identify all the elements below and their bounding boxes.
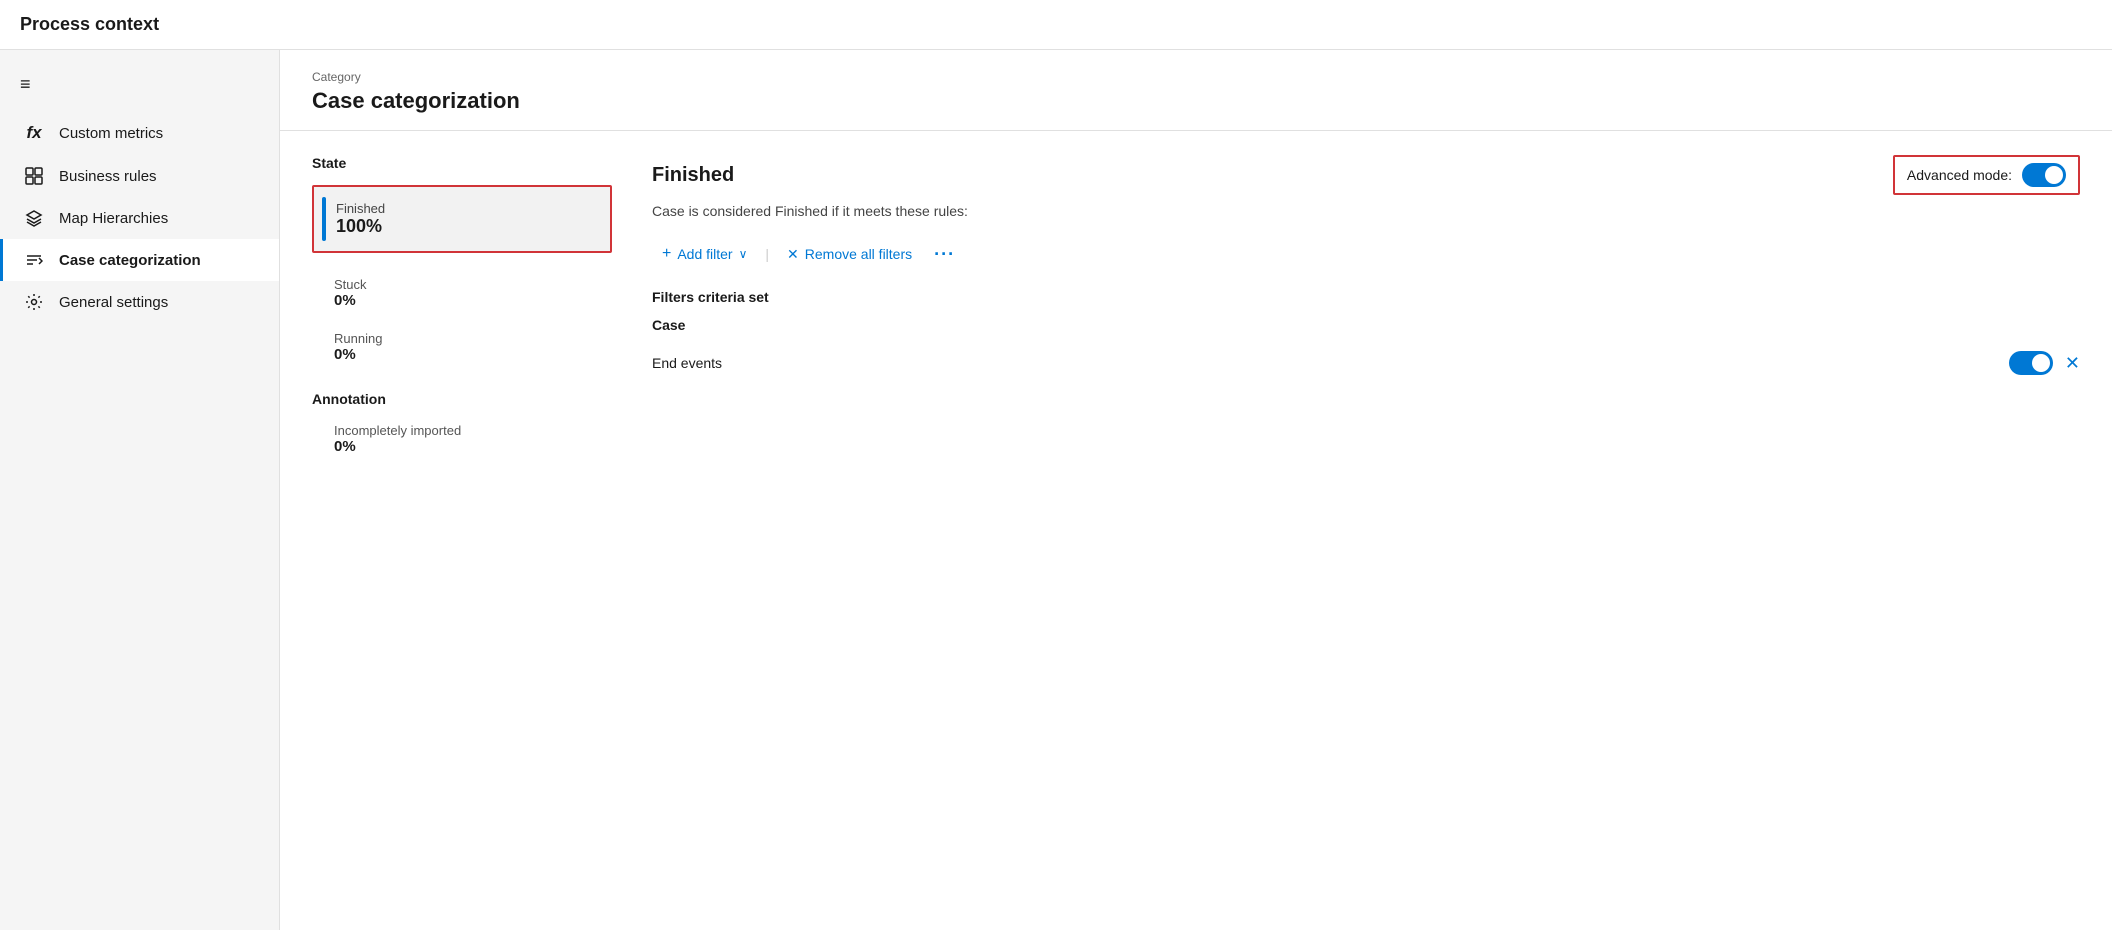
- filter-row-label: End events: [652, 355, 722, 371]
- sidebar-item-case-categorization[interactable]: Case categorization: [0, 239, 279, 281]
- state-section-label: State: [312, 155, 612, 171]
- sidebar-item-label: Case categorization: [59, 252, 201, 269]
- state-name-running: Running: [334, 331, 598, 346]
- sidebar: ≡ fx Custom metrics Business rules: [0, 50, 280, 930]
- criteria-group-title: Case: [652, 317, 2080, 333]
- annotation-label: Annotation: [312, 391, 612, 407]
- criteria-title: Filters criteria set: [652, 289, 2080, 305]
- page-title: Case categorization: [312, 88, 2080, 114]
- layers-icon: [23, 209, 45, 227]
- sidebar-item-map-hierarchies[interactable]: Map Hierarchies: [0, 197, 279, 239]
- app-header: Process context: [0, 0, 2112, 50]
- state-item-stuck[interactable]: Stuck 0%: [312, 269, 612, 317]
- main-layout: ≡ fx Custom metrics Business rules: [0, 50, 2112, 930]
- state-item-running[interactable]: Running 0%: [312, 323, 612, 371]
- toolbar-separator: |: [765, 246, 769, 262]
- advanced-mode-toggle[interactable]: [2022, 163, 2066, 187]
- close-x-icon: ✕: [787, 246, 799, 263]
- sidebar-item-label: Business rules: [59, 168, 157, 185]
- annotation-pct: 0%: [334, 438, 598, 455]
- left-panel: State Finished 100% Stuck 0% Running: [312, 155, 612, 459]
- criteria-section: Filters criteria set Case End events ✕: [652, 289, 2080, 383]
- state-pct-running: 0%: [334, 346, 598, 363]
- sidebar-item-label: Map Hierarchies: [59, 210, 168, 227]
- state-card-info: Finished 100%: [336, 201, 385, 237]
- description-text: Case is considered Finished if it meets …: [652, 203, 2080, 219]
- filter-row-actions: ✕: [2009, 351, 2080, 375]
- content-area: State Finished 100% Stuck 0% Running: [280, 131, 2112, 483]
- remove-all-filters-button[interactable]: ✕ Remove all filters: [777, 240, 922, 269]
- plus-icon: +: [662, 245, 671, 263]
- sidebar-item-label: General settings: [59, 294, 168, 311]
- filter-row-end-events: End events ✕: [652, 343, 2080, 383]
- state-pct-stuck: 0%: [334, 292, 598, 309]
- advanced-mode-box: Advanced mode:: [1893, 155, 2080, 195]
- end-events-toggle[interactable]: [2009, 351, 2053, 375]
- sidebar-item-business-rules[interactable]: Business rules: [0, 155, 279, 197]
- state-name-finished: Finished: [336, 201, 385, 216]
- chevron-down-icon: ∨: [739, 247, 748, 261]
- right-title: Finished: [652, 164, 734, 187]
- gear-icon: [23, 293, 45, 311]
- state-card-bar: [322, 197, 326, 241]
- sidebar-item-custom-metrics[interactable]: fx Custom metrics: [0, 111, 279, 155]
- right-header: Finished Advanced mode:: [652, 155, 2080, 195]
- annotation-name: Incompletely imported: [334, 423, 598, 438]
- right-panel: Finished Advanced mode: Case is consider…: [652, 155, 2080, 459]
- add-filter-label: Add filter: [677, 246, 732, 262]
- advanced-mode-label: Advanced mode:: [1907, 167, 2012, 183]
- state-pct-finished: 100%: [336, 216, 385, 237]
- sidebar-item-label: Custom metrics: [59, 125, 163, 142]
- page-header: Category Case categorization: [280, 50, 2112, 131]
- annotation-section: Annotation Incompletely imported 0%: [312, 391, 612, 459]
- grid-icon: [23, 167, 45, 185]
- state-card-finished[interactable]: Finished 100%: [312, 185, 612, 253]
- state-name-stuck: Stuck: [334, 277, 598, 292]
- sidebar-item-general-settings[interactable]: General settings: [0, 281, 279, 323]
- remove-all-label: Remove all filters: [805, 246, 912, 262]
- more-options-button[interactable]: ···: [926, 240, 963, 269]
- filter-toolbar: + Add filter ∨ | ✕ Remove all filters ··…: [652, 239, 2080, 269]
- app-title: Process context: [20, 14, 159, 35]
- main-content: Category Case categorization State Finis…: [280, 50, 2112, 930]
- sort-icon: [23, 251, 45, 269]
- add-filter-button[interactable]: + Add filter ∨: [652, 239, 757, 269]
- fx-icon: fx: [23, 123, 45, 143]
- annotation-item-incompletely-imported[interactable]: Incompletely imported 0%: [312, 419, 612, 459]
- menu-icon[interactable]: ≡: [0, 66, 279, 111]
- page-category: Category: [312, 70, 2080, 84]
- end-events-remove-button[interactable]: ✕: [2065, 353, 2080, 374]
